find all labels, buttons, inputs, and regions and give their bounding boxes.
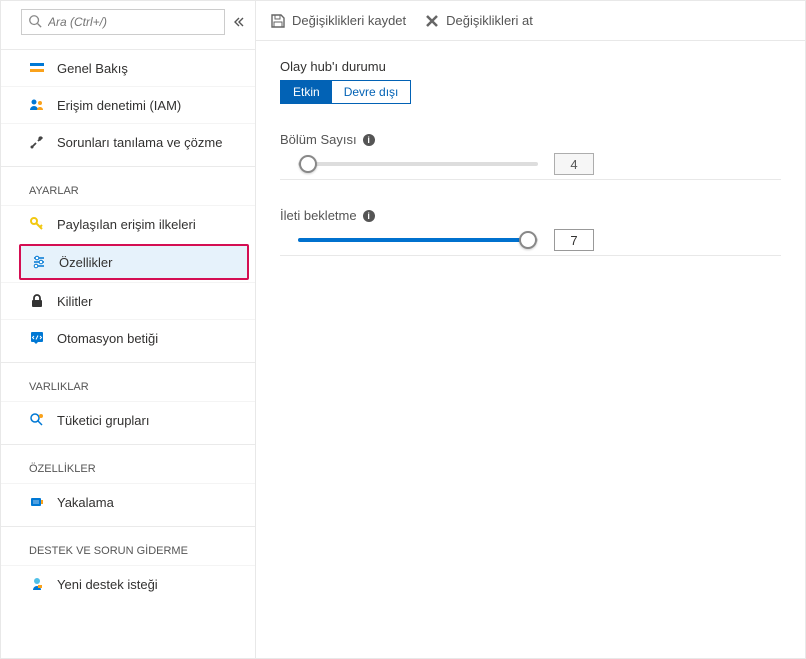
sidebar-item-label: Sorunları tanılama ve çözme [57, 135, 222, 150]
sidebar-item-label: Yeni destek isteği [57, 577, 158, 592]
sidebar-item-label: Genel Bakış [57, 61, 128, 76]
save-icon [270, 13, 286, 29]
sidebar-item-shared-access-policies[interactable]: Paylaşılan erişim ilkeleri [1, 205, 255, 242]
sidebar-item-properties[interactable]: Özellikler [19, 244, 249, 280]
sidebar-item-new-support-request[interactable]: Yeni destek isteği [1, 565, 255, 602]
content: Olay hub'ı durumu Etkin Devre dışı Bölüm… [256, 41, 805, 274]
consumer-groups-icon [29, 412, 45, 428]
info-icon[interactable]: i [363, 210, 375, 222]
partition-count-slider [298, 154, 538, 174]
status-toggle: Etkin Devre dışı [280, 80, 411, 104]
discard-button[interactable]: Değişiklikleri at [424, 13, 533, 29]
discard-icon [424, 13, 440, 29]
status-disabled-option[interactable]: Devre dışı [332, 81, 411, 103]
message-retention-label-text: İleti bekletme [280, 208, 357, 223]
sidebar-item-label: Kilitler [57, 294, 92, 309]
section-header-features: ÖZELLİKLER [1, 444, 255, 483]
message-retention-value[interactable]: 7 [554, 229, 594, 251]
partition-count-value: 4 [554, 153, 594, 175]
tools-icon [29, 134, 45, 150]
sidebar-item-overview[interactable]: Genel Bakış [1, 49, 255, 86]
partition-count-label-text: Bölüm Sayısı [280, 132, 357, 147]
partition-count-field: Bölüm Sayısı i 4 [280, 132, 781, 180]
search-icon [28, 14, 42, 31]
search-box[interactable] [21, 9, 225, 35]
message-retention-slider[interactable] [298, 230, 538, 250]
collapse-sidebar-button[interactable] [231, 14, 247, 30]
sidebar-item-iam[interactable]: Erişim denetimi (IAM) [1, 86, 255, 123]
lock-icon [29, 293, 45, 309]
overview-icon [29, 60, 45, 76]
sidebar-item-label: Yakalama [57, 495, 114, 510]
slider-thumb [299, 155, 317, 173]
partition-count-label: Bölüm Sayısı i [280, 132, 781, 147]
sidebar-item-locks[interactable]: Kilitler [1, 282, 255, 319]
info-icon[interactable]: i [363, 134, 375, 146]
sidebar-item-diagnose[interactable]: Sorunları tanılama ve çözme [1, 123, 255, 160]
status-active-option[interactable]: Etkin [281, 81, 332, 103]
sidebar-item-label: Tüketici grupları [57, 413, 149, 428]
section-header-entities: VARLIKLAR [1, 362, 255, 401]
message-retention-label: İleti bekletme i [280, 208, 781, 223]
key-icon [29, 216, 45, 232]
section-header-settings: AYARLAR [1, 166, 255, 205]
support-icon [29, 576, 45, 592]
search-row [1, 9, 255, 45]
sidebar: Genel Bakış Erişim denetimi (IAM) Sorunl… [1, 1, 256, 658]
people-icon [29, 97, 45, 113]
sidebar-item-label: Erişim denetimi (IAM) [57, 98, 181, 113]
capture-icon [29, 494, 45, 510]
main-panel: Değişiklikleri kaydet Değişiklikleri at … [256, 1, 805, 658]
save-button[interactable]: Değişiklikleri kaydet [270, 13, 406, 29]
message-retention-field: İleti bekletme i 7 [280, 208, 781, 256]
sidebar-item-consumer-groups[interactable]: Tüketici grupları [1, 401, 255, 438]
script-icon [29, 330, 45, 346]
sidebar-item-label: Otomasyon betiği [57, 331, 158, 346]
sidebar-item-capture[interactable]: Yakalama [1, 483, 255, 520]
search-input[interactable] [48, 15, 218, 29]
sidebar-item-label: Paylaşılan erişim ilkeleri [57, 217, 196, 232]
properties-icon [31, 254, 47, 270]
slider-thumb[interactable] [519, 231, 537, 249]
sidebar-item-automation-script[interactable]: Otomasyon betiği [1, 319, 255, 356]
save-button-label: Değişiklikleri kaydet [292, 13, 406, 28]
sidebar-item-label: Özellikler [59, 255, 112, 270]
toolbar: Değişiklikleri kaydet Değişiklikleri at [256, 1, 805, 41]
status-label: Olay hub'ı durumu [280, 59, 781, 74]
section-header-support: DESTEK VE SORUN GİDERME [1, 526, 255, 565]
discard-button-label: Değişiklikleri at [446, 13, 533, 28]
